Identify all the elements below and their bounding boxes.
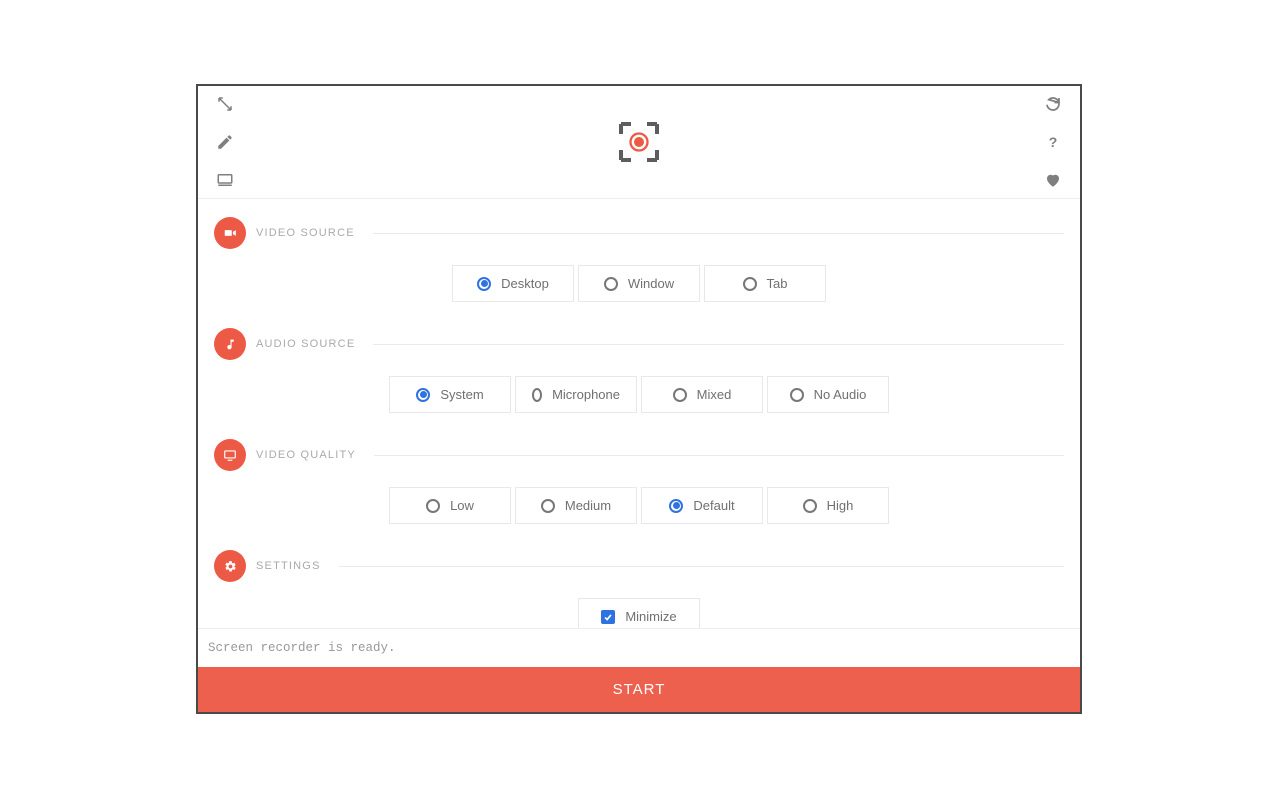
settings-title: SETTINGS	[256, 560, 321, 572]
content: VIDEO SOURCE Desktop Window Tab AUDIO SO…	[198, 198, 1080, 628]
option-label: Default	[693, 498, 734, 513]
section-settings: SETTINGS Minimize	[214, 550, 1064, 628]
resize-icon[interactable]	[216, 95, 234, 113]
section-video-source: VIDEO SOURCE Desktop Window Tab	[214, 217, 1064, 302]
option-label: Minimize	[625, 609, 676, 624]
video-quality-title: VIDEO QUALITY	[256, 449, 356, 461]
radio-audio-system[interactable]: System	[389, 376, 511, 413]
radio-quality-low[interactable]: Low	[389, 487, 511, 524]
checkbox-icon	[601, 610, 615, 624]
radio-icon	[532, 388, 542, 402]
heart-icon[interactable]	[1044, 171, 1062, 189]
option-label: Medium	[565, 498, 611, 513]
header: ?	[198, 86, 1080, 198]
radio-icon	[790, 388, 804, 402]
option-label: Microphone	[552, 387, 620, 402]
checkbox-minimize[interactable]: Minimize	[578, 598, 700, 628]
video-source-title: VIDEO SOURCE	[256, 227, 355, 239]
radio-audio-noaudio[interactable]: No Audio	[767, 376, 889, 413]
app-logo	[244, 120, 1034, 164]
radio-video-desktop[interactable]: Desktop	[452, 265, 574, 302]
radio-video-tab[interactable]: Tab	[704, 265, 826, 302]
app-window: ? VIDEO SOURCE Desktop Window Tab AUDIO …	[196, 84, 1082, 714]
radio-quality-high[interactable]: High	[767, 487, 889, 524]
edit-icon[interactable]	[216, 133, 234, 151]
radio-icon	[541, 499, 555, 513]
radio-quality-medium[interactable]: Medium	[515, 487, 637, 524]
option-label: Window	[628, 276, 674, 291]
radio-icon	[477, 277, 491, 291]
video-quality-icon	[214, 439, 246, 471]
option-label: Desktop	[501, 276, 549, 291]
settings-icon	[214, 550, 246, 582]
radio-icon	[426, 499, 440, 513]
option-label: Tab	[767, 276, 788, 291]
option-label: System	[440, 387, 483, 402]
help-icon[interactable]: ?	[1044, 133, 1062, 151]
radio-icon	[604, 277, 618, 291]
section-audio-source: AUDIO SOURCE System Microphone Mixed No …	[214, 328, 1064, 413]
option-label: High	[827, 498, 854, 513]
section-video-quality: VIDEO QUALITY Low Medium Default High	[214, 439, 1064, 524]
audio-source-icon	[214, 328, 246, 360]
option-label: Mixed	[697, 387, 732, 402]
audio-source-title: AUDIO SOURCE	[256, 338, 355, 350]
radio-icon	[416, 388, 430, 402]
radio-audio-microphone[interactable]: Microphone	[515, 376, 637, 413]
option-label: Low	[450, 498, 474, 513]
radio-quality-default[interactable]: Default	[641, 487, 763, 524]
radio-audio-mixed[interactable]: Mixed	[641, 376, 763, 413]
radio-icon	[673, 388, 687, 402]
video-source-icon	[214, 217, 246, 249]
radio-icon	[669, 499, 683, 513]
status-text: Screen recorder is ready.	[198, 628, 1080, 667]
start-button[interactable]: START	[198, 667, 1080, 712]
refresh-icon[interactable]	[1044, 95, 1062, 113]
desktop-icon[interactable]	[216, 171, 234, 189]
radio-video-window[interactable]: Window	[578, 265, 700, 302]
radio-icon	[743, 277, 757, 291]
radio-icon	[803, 499, 817, 513]
option-label: No Audio	[814, 387, 867, 402]
